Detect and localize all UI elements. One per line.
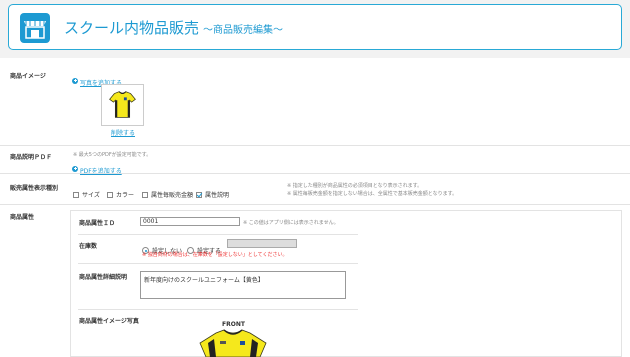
row-divider — [0, 173, 630, 174]
pdf-row-label: 商品説明ＰＤＦ — [10, 154, 53, 161]
inner-divider — [78, 309, 358, 310]
row-divider — [0, 145, 630, 146]
inner-divider — [78, 234, 358, 235]
add-icon — [72, 77, 78, 84]
attr-id-input[interactable]: 0001 — [140, 217, 240, 226]
checkbox-box[interactable] — [73, 191, 79, 198]
product-image-thumbnail[interactable] — [101, 84, 144, 126]
tshirt-image — [109, 91, 136, 118]
front-label: FRONT — [222, 321, 245, 328]
page-title: スクール内物品販売 ～商品販売編集～ — [64, 17, 283, 38]
attr-desc-label: 商品属性詳細説明 — [79, 274, 128, 281]
attr-type-row-label: 販売属性表示種別 — [10, 185, 59, 192]
stock-label: 在庫数 — [79, 243, 98, 250]
attr-type-note-2: ※ 属性毎販売金額を指定しない場合は、全属性で基本販売金額となります。 — [287, 191, 458, 197]
add-icon — [72, 165, 78, 172]
checkbox-price-per-attr[interactable]: 属性毎販売金額 — [142, 184, 193, 203]
checkbox-attr-description[interactable]: 属性説明 — [196, 184, 229, 203]
page-header: スクール内物品販売 ～商品販売編集～ — [8, 4, 622, 50]
add-pdf-link-wrap[interactable]: PDFを追加する — [72, 158, 122, 177]
stock-quantity-input[interactable] — [227, 239, 297, 248]
attr-row-label: 商品属性 — [10, 214, 35, 221]
checkbox-size[interactable]: サイズ — [73, 184, 100, 203]
attr-desc-textarea[interactable]: 新年度向けのスクールユニフォーム【黄色】 — [140, 271, 346, 299]
attr-type-note-1: ※ 指定した種別が商品属性の必須項目となり表示されます。 — [287, 183, 423, 189]
checkbox-box[interactable] — [107, 191, 113, 198]
row-divider — [0, 204, 630, 205]
checkbox-color[interactable]: カラー — [107, 184, 134, 203]
attr-id-label: 商品属性ＩＤ — [79, 220, 116, 227]
checkbox-label: サイズ — [82, 192, 100, 199]
checkbox-box[interactable] — [196, 191, 202, 198]
page-subtitle: ～商品販売編集～ — [203, 25, 284, 36]
pdf-note: ※ 最大5つのPDFが設定可能です。 — [73, 152, 152, 158]
checkbox-label: 属性毎販売金額 — [151, 192, 194, 199]
attribute-shirt-image[interactable] — [188, 329, 278, 357]
delete-photo-link[interactable]: 削除する — [111, 128, 135, 137]
checkbox-label: 属性説明 — [205, 192, 230, 199]
image-row-label: 商品イメージ — [10, 73, 46, 80]
checkbox-label: カラー — [116, 192, 135, 199]
inner-divider — [78, 263, 358, 264]
page-title-main: スクール内物品販売 — [64, 19, 200, 37]
stock-warning: ※ 独自商材の場合は、在庫数を「設定しない」としてください。 — [142, 252, 288, 258]
attr-image-label: 商品属性イメージ写真 — [79, 318, 139, 325]
shop-icon — [20, 13, 50, 43]
attr-id-note: ※ この値はアプリ側には表示されません。 — [243, 220, 339, 226]
checkbox-box[interactable] — [142, 191, 148, 198]
